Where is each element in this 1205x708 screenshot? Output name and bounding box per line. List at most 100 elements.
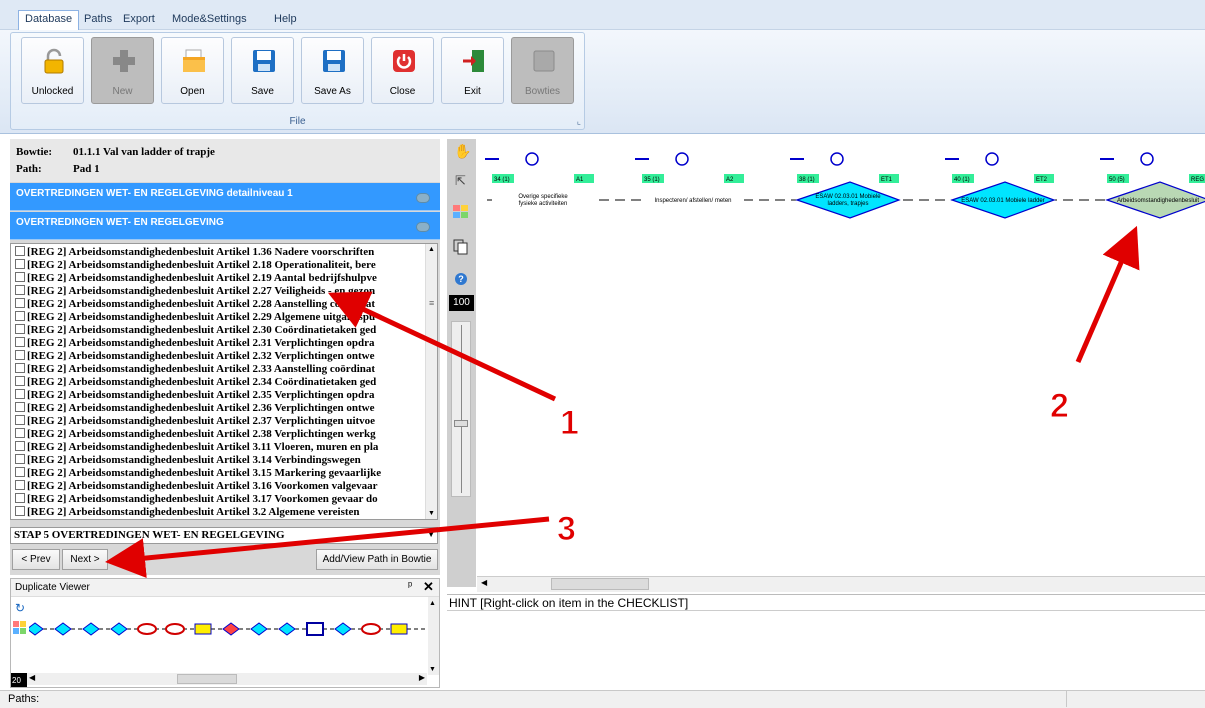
- group-launcher-icon[interactable]: ⌞: [577, 116, 581, 127]
- checkbox[interactable]: [15, 337, 25, 347]
- checkbox[interactable]: [15, 324, 25, 334]
- checklist-item[interactable]: [REG 2] Arbeidsomstandighedenbesluit Art…: [15, 402, 374, 414]
- tab-help[interactable]: Help: [268, 11, 303, 30]
- duplicate-node[interactable]: [29, 622, 44, 636]
- category-bar-detail[interactable]: OVERTREDINGEN WET- EN REGELGEVING detail…: [10, 183, 440, 211]
- color-icon[interactable]: [13, 621, 27, 635]
- checklist-item[interactable]: [REG 2] Arbeidsomstandighedenbesluit Art…: [15, 480, 378, 492]
- step-dropdown[interactable]: STAP 5 OVERTREDINGEN WET- EN REGELGEVING…: [10, 527, 438, 544]
- duplicate-node[interactable]: [222, 622, 240, 636]
- bowties-button[interactable]: Bowties: [511, 37, 574, 104]
- bowtie-node[interactable]: 50 (5) REG 1 Arbeidsomstandighedenbesluit: [1100, 152, 1205, 219]
- pointer-icon[interactable]: ⇱: [455, 173, 466, 189]
- scroll-down-icon[interactable]: ▼: [428, 510, 435, 517]
- checklist-item[interactable]: [REG 2] Arbeidsomstandighedenbesluit Art…: [15, 467, 381, 479]
- bowtie-node[interactable]: 38 (1) ET1ESAW 02.03.01 Mobiele ladders, t…: [790, 152, 901, 219]
- copy-icon[interactable]: [453, 239, 469, 255]
- checkbox[interactable]: [15, 389, 25, 399]
- bowtie-node[interactable]: 34 (1) A1 Overige specifieke fysieke activi…: [485, 152, 594, 209]
- checkbox[interactable]: [15, 311, 25, 321]
- duplicate-node[interactable]: [361, 623, 381, 635]
- checklist-item[interactable]: [REG 2] Arbeidsomstandighedenbesluit Art…: [15, 376, 376, 388]
- checkbox[interactable]: [15, 454, 25, 464]
- checkbox[interactable]: [15, 259, 25, 269]
- checklist-item[interactable]: [REG 2] Arbeidsomstandighedenbesluit Art…: [15, 506, 360, 518]
- duplicate-hscroll[interactable]: ◀ ▶: [27, 673, 427, 685]
- checklist-item[interactable]: [REG 2] Arbeidsomstandighedenbesluit Art…: [15, 428, 376, 440]
- checkbox[interactable]: [15, 493, 25, 503]
- checkbox[interactable]: [15, 350, 25, 360]
- checklist-item[interactable]: [REG 2] Arbeidsomstandighedenbesluit Art…: [15, 298, 375, 310]
- canvas-hscroll[interactable]: ◀: [477, 576, 1205, 592]
- checkbox[interactable]: [15, 441, 25, 451]
- checklist-item[interactable]: [REG 2] Arbeidsomstandighedenbesluit Art…: [15, 441, 378, 453]
- checklist-item[interactable]: [REG 2] Arbeidsomstandighedenbesluit Art…: [15, 454, 361, 466]
- zoom-slider[interactable]: [451, 321, 471, 497]
- help-icon[interactable]: ?: [455, 273, 467, 285]
- save-as-button[interactable]: Save As: [301, 37, 364, 104]
- next-button[interactable]: Next >: [62, 549, 108, 570]
- scroll-grip-icon[interactable]: ≡: [429, 298, 434, 308]
- hand-icon[interactable]: ✋: [454, 143, 471, 160]
- duplicate-node[interactable]: [165, 623, 185, 635]
- checklist-item[interactable]: [REG 2] Arbeidsomstandighedenbesluit Art…: [15, 259, 376, 271]
- checklist-item[interactable]: [REG 2] Arbeidsomstandighedenbesluit Art…: [15, 337, 374, 349]
- checklist-item[interactable]: [REG 2] Arbeidsomstandighedenbesluit Art…: [15, 493, 378, 505]
- duplicate-node[interactable]: [334, 622, 352, 636]
- checkbox[interactable]: [15, 506, 25, 516]
- chevron-down-icon[interactable]: ▼: [427, 530, 435, 539]
- bowtie-canvas[interactable]: 34 (1) A1 Overige specifieke fysieke activi…: [477, 139, 1205, 576]
- checklist-item[interactable]: [REG 2] Arbeidsomstandighedenbesluit Art…: [15, 324, 376, 336]
- checklist-item[interactable]: [REG 2] Arbeidsomstandighedenbesluit Art…: [15, 389, 374, 401]
- tab-database[interactable]: Database: [18, 10, 80, 31]
- checklist-item[interactable]: [REG 2] Arbeidsomstandighedenbesluit Art…: [15, 415, 375, 427]
- checkbox[interactable]: [15, 480, 25, 490]
- exit-button[interactable]: Exit: [441, 37, 504, 104]
- checkbox[interactable]: [15, 363, 25, 373]
- checkbox[interactable]: [15, 272, 25, 282]
- checkbox[interactable]: [15, 415, 25, 425]
- duplicate-vscroll[interactable]: ▲ ▼: [428, 597, 439, 675]
- duplicate-node[interactable]: [54, 622, 72, 636]
- open-button[interactable]: Open: [161, 37, 224, 104]
- bowtie-node[interactable]: 40 (1) ET2 ESAW 02.03.01 Mobiele ladder: [945, 152, 1056, 219]
- close-button[interactable]: Close: [371, 37, 434, 104]
- duplicate-node[interactable]: [250, 622, 268, 636]
- checkbox[interactable]: [15, 246, 25, 256]
- add-view-path-button[interactable]: Add/View Path in Bowtie: [316, 549, 438, 570]
- tab-export[interactable]: Export: [117, 11, 161, 30]
- duplicate-node[interactable]: [194, 623, 212, 635]
- duplicate-node[interactable]: [390, 623, 408, 635]
- checkbox[interactable]: [15, 428, 25, 438]
- checkbox[interactable]: [15, 298, 25, 308]
- checkbox[interactable]: [15, 285, 25, 295]
- checklist-item[interactable]: [REG 2] Arbeidsomstandighedenbesluit Art…: [15, 350, 374, 362]
- duplicate-node[interactable]: [82, 622, 100, 636]
- checklist-item[interactable]: [REG 2] Arbeidsomstandighedenbesluit Art…: [15, 311, 375, 323]
- tab-mode-settings[interactable]: Mode&Settings: [166, 11, 253, 30]
- close-icon[interactable]: ✕: [423, 579, 434, 595]
- checklist-item[interactable]: [REG 2] Arbeidsomstandighedenbesluit Art…: [15, 363, 375, 375]
- bowtie-diagram[interactable]: 34 (1) A1 Overige specifieke fysieke activi…: [477, 139, 1205, 576]
- pin-icon[interactable]: ᵖ: [408, 580, 412, 592]
- checklist-scrollbar[interactable]: ▲ ≡ ▼: [425, 244, 437, 519]
- unlocked-button[interactable]: Unlocked: [21, 37, 84, 104]
- toggle-icon[interactable]: [416, 222, 430, 232]
- toggle-icon[interactable]: [416, 193, 430, 203]
- checkbox[interactable]: [15, 376, 25, 386]
- duplicate-strip[interactable]: [29, 615, 427, 645]
- duplicate-node[interactable]: [306, 622, 324, 636]
- new-button[interactable]: New: [91, 37, 154, 104]
- bowtie-node[interactable]: 35 (1) A2 Inspecteren/ afstellen/ meten: [635, 152, 744, 209]
- checklist-item[interactable]: [REG 2] Arbeidsomstandighedenbesluit Art…: [15, 246, 374, 258]
- checkbox[interactable]: [15, 467, 25, 477]
- duplicate-node[interactable]: [278, 622, 296, 636]
- checklist-item[interactable]: [REG 2] Arbeidsomstandighedenbesluit Art…: [15, 272, 377, 284]
- tab-paths[interactable]: Paths: [78, 11, 118, 30]
- duplicate-node[interactable]: [137, 623, 157, 635]
- duplicate-node[interactable]: [110, 622, 128, 636]
- save-button[interactable]: Save: [231, 37, 294, 104]
- color-icon[interactable]: [453, 205, 469, 219]
- checklist-item[interactable]: [REG 2] Arbeidsomstandighedenbesluit Art…: [15, 285, 375, 297]
- refresh-icon[interactable]: ↻: [15, 601, 25, 615]
